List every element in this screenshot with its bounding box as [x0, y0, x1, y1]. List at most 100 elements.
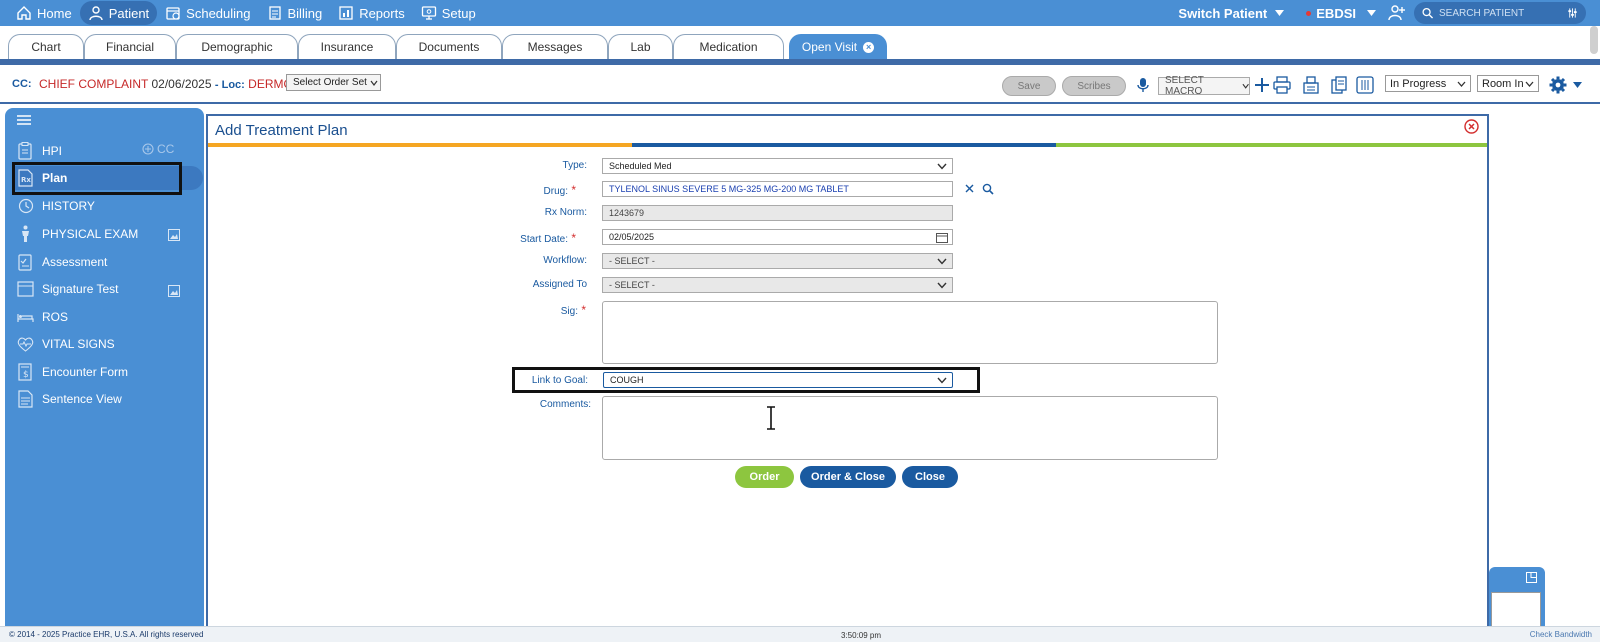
drug-label: Drug: * [543, 183, 576, 197]
start-date-label: Start Date: * [520, 231, 576, 245]
tab-label: Open Visit [801, 40, 858, 54]
panel-accent-orange [208, 143, 632, 147]
tab-demographic[interactable]: Demographic [176, 34, 298, 59]
caret-down-icon[interactable] [1573, 82, 1582, 88]
sidebar-item-label: HISTORY [42, 199, 95, 213]
patient-search [1414, 2, 1586, 24]
sidebar-item-ros[interactable]: ROS [17, 305, 197, 329]
add-user-icon[interactable] [1388, 4, 1406, 22]
columns-layout-icon[interactable] [1355, 75, 1375, 95]
copy-documents-icon[interactable] [1329, 75, 1349, 95]
tab-documents[interactable]: Documents [396, 34, 502, 59]
check-bandwidth-link[interactable]: Check Bandwidth [1530, 630, 1592, 639]
page-scrollbar[interactable] [1590, 26, 1598, 54]
workflow-select[interactable]: - SELECT - [602, 253, 953, 269]
plan-highlight-box [12, 162, 182, 195]
image-icon[interactable] [168, 229, 180, 241]
microphone-icon[interactable] [1133, 75, 1153, 95]
sidebar-item-label: Assessment [42, 255, 108, 269]
nav-home[interactable]: Home [8, 1, 80, 25]
print-icon[interactable] [1272, 75, 1292, 95]
chevron-down-icon [937, 163, 947, 170]
tab-chart[interactable]: Chart [8, 34, 84, 59]
close-circle-icon[interactable] [1464, 119, 1479, 134]
search-patient-input[interactable] [1439, 7, 1561, 19]
tab-label: Insurance [320, 40, 374, 54]
hamburger-menu-icon[interactable] [17, 114, 31, 126]
status-dot [1306, 10, 1312, 16]
tab-financial[interactable]: Financial [84, 34, 176, 59]
tab-lab[interactable]: Lab [608, 34, 673, 59]
copyright-text: © 2014 - 2025 Practice EHR, U.S.A. All r… [9, 630, 204, 639]
add-circle-icon [142, 143, 154, 155]
gear-icon[interactable] [1548, 75, 1568, 95]
add-cc-label: CC [157, 142, 175, 156]
nav-scheduling-label: Scheduling [186, 5, 251, 21]
nav-patient[interactable]: Patient [79, 1, 158, 25]
checklist-icon [18, 254, 32, 271]
sig-textarea[interactable] [602, 301, 1218, 364]
close-tab-icon[interactable]: × [863, 41, 875, 53]
fax-icon[interactable] [1301, 75, 1321, 95]
sidebar-item-history[interactable]: HISTORY [17, 194, 197, 218]
save-button[interactable]: Save [1002, 76, 1056, 96]
search-icon[interactable] [982, 183, 994, 195]
tab-messages[interactable]: Messages [502, 34, 608, 59]
facility-dropdown[interactable]: EBDSI [1306, 6, 1376, 21]
tab-medication[interactable]: Medication [673, 34, 784, 59]
tab-label: Financial [105, 40, 155, 54]
switch-patient-dropdown[interactable]: Switch Patient [1178, 6, 1285, 21]
order-button[interactable]: Order [735, 466, 794, 488]
clear-x-icon[interactable] [965, 184, 974, 193]
expand-window-icon[interactable] [1526, 572, 1537, 583]
facility-label: EBDSI [1316, 5, 1356, 21]
nav-reports[interactable]: Reports [330, 1, 413, 25]
sidebar-item-encounter-form[interactable]: $ Encounter Form [17, 360, 197, 384]
tab-insurance[interactable]: Insurance [298, 34, 396, 59]
order-and-close-button[interactable]: Order & Close [800, 466, 896, 488]
panel-title: Add Treatment Plan [215, 122, 348, 139]
nav-setup[interactable]: Setup [413, 1, 484, 25]
visit-date: 02/06/2025 [151, 77, 212, 91]
sidebar-item-assessment[interactable]: Assessment [17, 250, 197, 274]
nav-scheduling[interactable]: Scheduling [157, 1, 258, 25]
sidebar-item-label: HPI [42, 144, 63, 158]
close-button[interactable]: Close [902, 466, 958, 488]
bed-icon [17, 314, 34, 322]
scribes-button[interactable]: Scribes [1062, 76, 1126, 96]
macro-select[interactable]: SELECT MACRO [1158, 75, 1250, 97]
start-date-input[interactable]: 02/05/2025 [602, 229, 953, 245]
room-status-select[interactable]: Room In [1477, 75, 1539, 92]
image-icon[interactable] [168, 285, 180, 297]
tab-open-visit[interactable]: Open Visit × [789, 34, 887, 59]
body-figure-icon [22, 225, 29, 242]
assigned-to-select[interactable]: - SELECT - [602, 277, 953, 293]
sidebar-item-label: Signature Test [42, 282, 119, 296]
panel-accent-green [1056, 143, 1487, 147]
macro-value: SELECT MACRO [1165, 75, 1204, 97]
sidebar-item-vital-signs[interactable]: VITAL SIGNS [17, 332, 197, 356]
visit-status-select[interactable]: In Progress [1385, 75, 1471, 92]
filter-sliders-icon[interactable] [1567, 7, 1578, 19]
comments-textarea[interactable] [602, 396, 1218, 460]
nav-home-label: Home [37, 5, 72, 21]
document-lines-icon [18, 390, 33, 408]
tab-label: Lab [630, 40, 651, 54]
nav-billing[interactable]: Billing [259, 1, 331, 25]
workflow-value: - SELECT - [609, 256, 655, 266]
add-cc-button[interactable]: CC [142, 142, 174, 156]
tab-label: Demographic [201, 40, 273, 54]
drug-input[interactable]: TYLENOL SINUS SEVERE 5 MG-325 MG-200 MG … [602, 181, 953, 197]
type-label: Type: [562, 160, 587, 171]
type-select[interactable]: Scheduled Med [602, 158, 953, 174]
chevron-down-icon [1457, 81, 1466, 87]
panel-accent-blue [632, 143, 1056, 147]
order-set-select[interactable]: Select Order Set [286, 74, 381, 91]
sidebar-item-label: VITAL SIGNS [42, 337, 115, 351]
sidebar-item-sentence-view[interactable]: Sentence View [17, 387, 197, 411]
order-close-label: Order & Close [811, 471, 885, 483]
calendar-icon[interactable] [936, 232, 948, 243]
tab-label: Medication [699, 40, 758, 54]
plus-icon[interactable] [1252, 75, 1272, 95]
chevron-down-icon [370, 80, 378, 86]
